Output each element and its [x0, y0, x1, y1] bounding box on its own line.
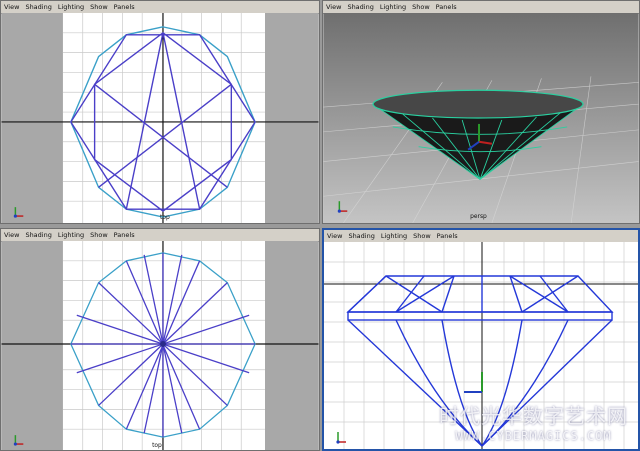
menu-shading[interactable]: Shading	[347, 1, 373, 13]
viewport-bottom-right[interactable]: View Shading Lighting Show Panels 时代光华数字…	[322, 228, 640, 451]
watermark-url: WWW.CYBERMAGICS.COM	[455, 429, 612, 443]
menu-shading[interactable]: Shading	[348, 230, 374, 242]
viewport-bottom-left[interactable]: View Shading Lighting Show Panels top	[0, 228, 320, 451]
perspective-view-model: persp	[323, 13, 639, 223]
viewport-canvas[interactable]: persp	[323, 13, 639, 223]
watermark: 时代光华数字艺术网 WWW.CYBERMAGICS.COM	[439, 400, 628, 443]
menu-view[interactable]: View	[326, 1, 341, 13]
viewport-top-right[interactable]: View Shading Lighting Show Panels persp	[322, 0, 640, 224]
watermark-title: 时代光华数字艺术网	[439, 404, 628, 428]
viewport-canvas[interactable]: top	[1, 13, 319, 223]
menu-view[interactable]: View	[4, 229, 19, 241]
svg-text:top: top	[160, 214, 170, 221]
viewport-canvas[interactable]: top	[1, 241, 319, 450]
svg-text:persp: persp	[470, 213, 487, 220]
viewport-top-left[interactable]: View Shading Lighting Show Panels top	[0, 0, 320, 224]
menu-show[interactable]: Show	[90, 1, 108, 13]
menu-view[interactable]: View	[4, 1, 19, 13]
svg-text:top: top	[152, 442, 162, 449]
menu-show[interactable]: Show	[90, 229, 108, 241]
bottom-view-wireframe: top	[1, 241, 319, 450]
menu-panels[interactable]: Panels	[114, 229, 135, 241]
menu-show[interactable]: Show	[412, 1, 430, 13]
menu-panels[interactable]: Panels	[437, 230, 458, 242]
menu-lighting[interactable]: Lighting	[58, 1, 84, 13]
menu-lighting[interactable]: Lighting	[58, 229, 84, 241]
menu-shading[interactable]: Shading	[25, 1, 51, 13]
menu-lighting[interactable]: Lighting	[380, 1, 406, 13]
menu-panels[interactable]: Panels	[436, 1, 457, 13]
menu-shading[interactable]: Shading	[25, 229, 51, 241]
menu-lighting[interactable]: Lighting	[381, 230, 407, 242]
top-view-wireframe: top	[1, 13, 319, 223]
menu-show[interactable]: Show	[413, 230, 431, 242]
menu-view[interactable]: View	[327, 230, 342, 242]
menu-panels[interactable]: Panels	[114, 1, 135, 13]
